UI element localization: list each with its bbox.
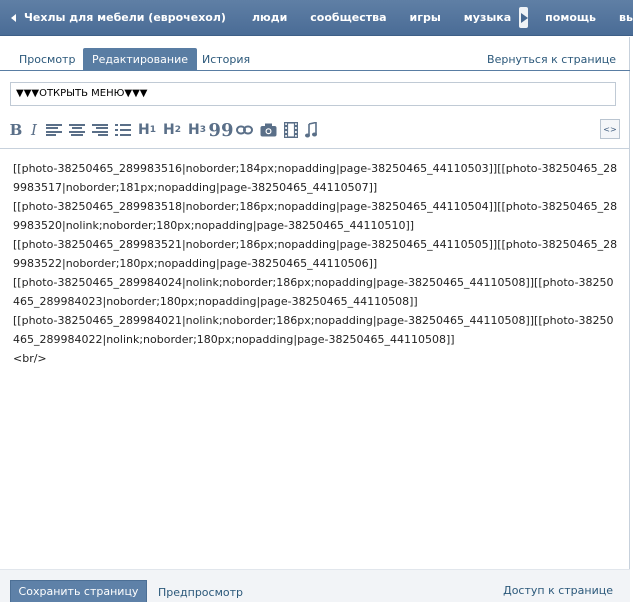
nav-communities[interactable]: сообщества [310, 11, 386, 24]
formatting-toolbar: B I H1 H2 H3 99 <> [10, 119, 620, 141]
source-mode-button[interactable]: <> [600, 119, 620, 139]
editor-line: [[photo-38250465_289984024|nolink;nobord… [13, 276, 614, 308]
more-nav-button[interactable] [519, 7, 529, 28]
back-arrow-icon[interactable] [11, 13, 16, 22]
quote-button[interactable]: 99 [208, 120, 233, 141]
tab-edit[interactable]: Редактирование [83, 48, 197, 71]
tab-view[interactable]: Просмотр [10, 48, 84, 71]
save-page-button[interactable]: Сохранить страницу [10, 580, 147, 602]
editor-line: [[photo-38250465_289984021|nolink;nobord… [13, 314, 614, 346]
camera-icon[interactable] [260, 120, 277, 140]
page-access-link[interactable]: Доступ к странице [503, 584, 613, 597]
heading-3-button[interactable]: H3 [188, 120, 206, 140]
play-arrow-icon [521, 12, 529, 23]
video-film-icon[interactable] [283, 120, 298, 140]
menu-title-field[interactable]: ▼▼▼ОТКРЫТЬ МЕНЮ▼▼▼ [10, 82, 616, 106]
top-navigation-bar: Чехлы для мебели (еврочехол) люди сообще… [0, 0, 633, 36]
align-center-icon[interactable] [69, 120, 85, 140]
editor-line: <br/> [13, 352, 47, 365]
align-left-icon[interactable] [46, 120, 62, 140]
return-to-page-link[interactable]: Вернуться к странице [487, 48, 616, 71]
nav-logout[interactable]: выйти [619, 11, 633, 24]
italic-button[interactable]: I [29, 120, 39, 140]
nav-music[interactable]: музыка [464, 11, 511, 24]
preview-link[interactable]: Предпросмотр [158, 586, 243, 599]
link-icon[interactable] [235, 120, 253, 140]
editor-line: [[photo-38250465_289983521|noborder;186p… [13, 238, 618, 270]
bold-button[interactable]: B [10, 120, 23, 140]
heading-1-button[interactable]: H1 [138, 120, 156, 140]
align-right-icon[interactable] [92, 120, 108, 140]
nav-games[interactable]: игры [410, 11, 441, 24]
wiki-editor-frame: Просмотр Редактирование История Вернутьс… [0, 37, 630, 602]
editor-line: [[photo-38250465_289983516|noborder;184p… [13, 162, 618, 194]
heading-2-button[interactable]: H2 [163, 120, 181, 140]
nav-people[interactable]: люди [252, 11, 287, 24]
tab-history[interactable]: История [193, 48, 259, 71]
bottom-action-bar: Сохранить страницу Предпросмотр Доступ к… [0, 569, 630, 602]
group-title-link[interactable]: Чехлы для мебели (еврочехол) [24, 11, 226, 24]
tab-bar: Просмотр Редактирование История Вернутьс… [0, 48, 630, 71]
music-note-icon[interactable] [304, 120, 317, 140]
wiki-markup-editor[interactable]: [[photo-38250465_289983516|noborder;184p… [0, 148, 630, 570]
editor-line: [[photo-38250465_289983518|noborder;186p… [13, 200, 618, 232]
nav-help[interactable]: помощь [545, 11, 596, 24]
bullet-list-icon[interactable] [115, 120, 131, 140]
